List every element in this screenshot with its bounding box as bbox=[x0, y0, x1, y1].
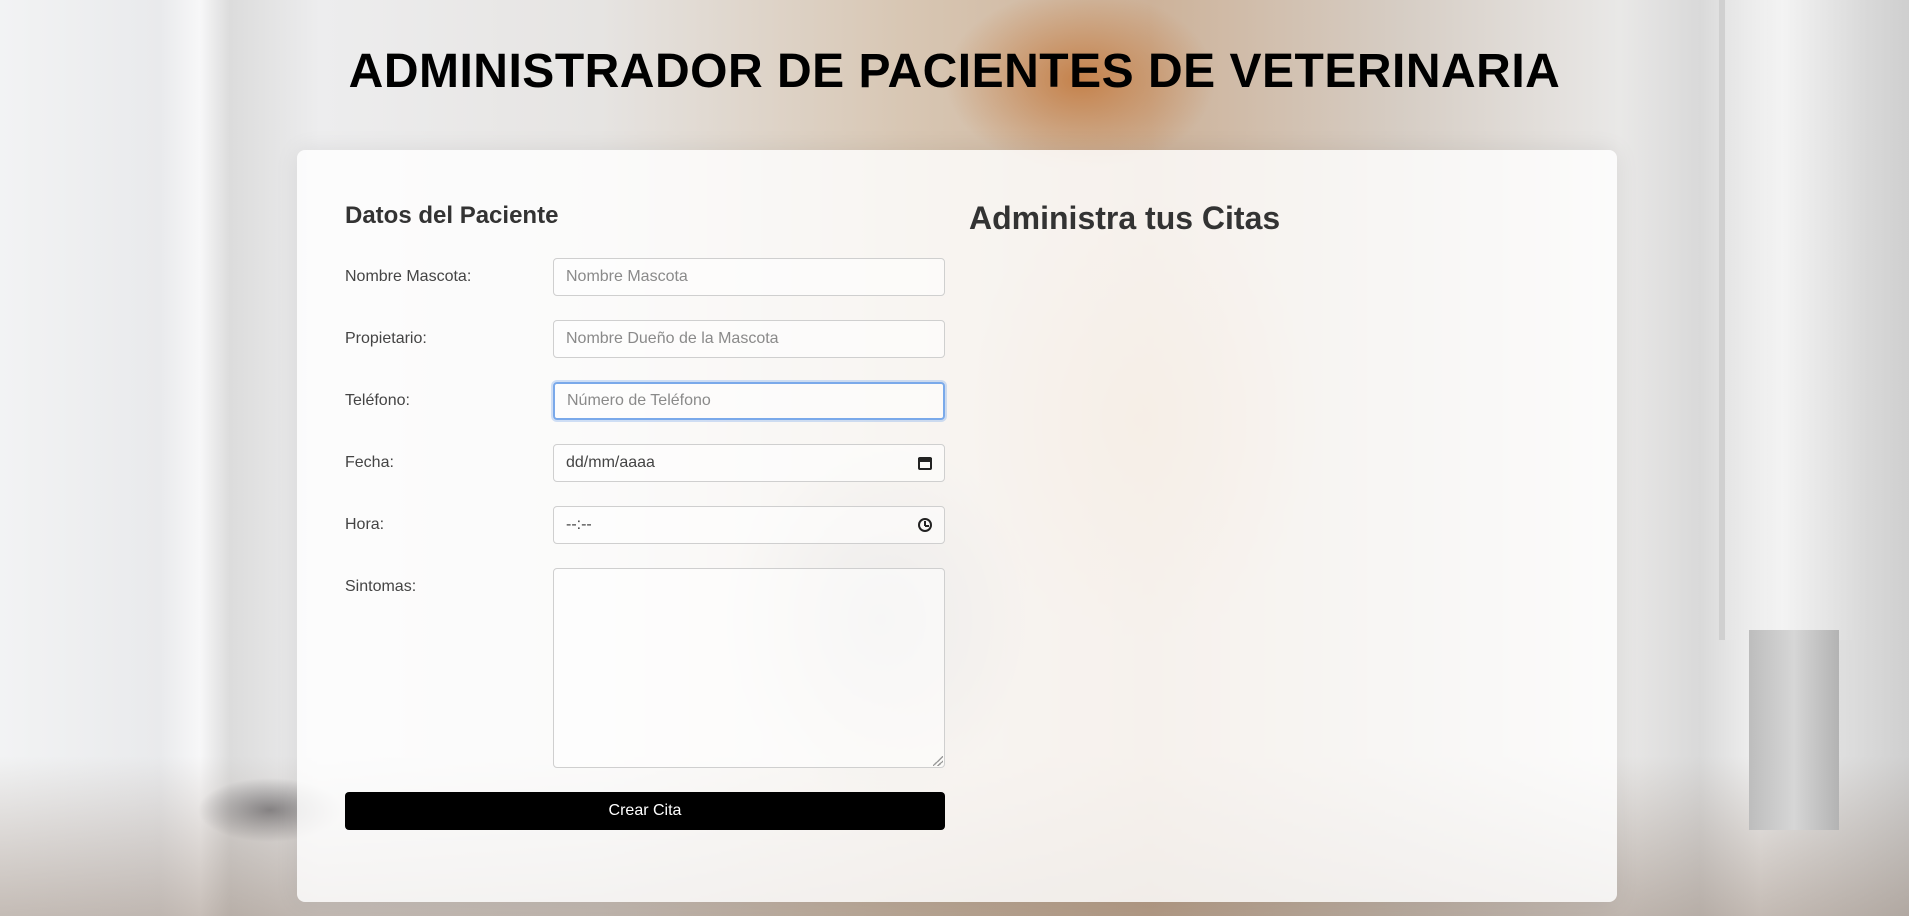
hora-input[interactable]: --:-- bbox=[553, 506, 945, 544]
background-door-leg bbox=[1749, 630, 1839, 830]
field-row-mascota: Nombre Mascota: bbox=[345, 258, 945, 296]
crear-cita-button[interactable]: Crear Cita bbox=[345, 792, 945, 830]
field-row-propietario: Propietario: bbox=[345, 320, 945, 358]
mascota-input[interactable] bbox=[553, 258, 945, 296]
calendar-icon[interactable] bbox=[918, 456, 932, 470]
fecha-input[interactable]: dd/mm/aaaa bbox=[553, 444, 945, 482]
form-title: Datos del Paciente bbox=[345, 202, 559, 229]
clock-icon[interactable] bbox=[918, 518, 932, 532]
fecha-value: dd/mm/aaaa bbox=[566, 454, 655, 471]
field-row-hora: Hora: --:-- bbox=[345, 506, 945, 544]
propietario-label: Propietario: bbox=[345, 330, 427, 347]
telefono-label: Teléfono: bbox=[345, 392, 410, 409]
field-row-fecha: Fecha: dd/mm/aaaa bbox=[345, 444, 945, 482]
sintomas-label: Sintomas: bbox=[345, 578, 417, 595]
sintomas-textarea[interactable] bbox=[553, 568, 945, 768]
fecha-label: Fecha: bbox=[345, 454, 394, 471]
hora-label: Hora: bbox=[345, 516, 385, 533]
field-row-sintomas: Sintomas: bbox=[345, 568, 945, 768]
resize-handle-icon[interactable] bbox=[933, 756, 943, 766]
appointments-title: Administra tus Citas bbox=[969, 200, 1281, 236]
mascota-label: Nombre Mascota: bbox=[345, 268, 472, 285]
propietario-input[interactable] bbox=[553, 320, 945, 358]
telefono-input[interactable] bbox=[553, 382, 945, 420]
main-card: Datos del Paciente Nombre Mascota: Propi… bbox=[297, 150, 1617, 902]
hora-value: --:-- bbox=[566, 516, 592, 533]
field-row-telefono: Teléfono: bbox=[345, 382, 945, 420]
page-title: ADMINISTRADOR DE PACIENTES DE VETERINARI… bbox=[348, 45, 1561, 98]
